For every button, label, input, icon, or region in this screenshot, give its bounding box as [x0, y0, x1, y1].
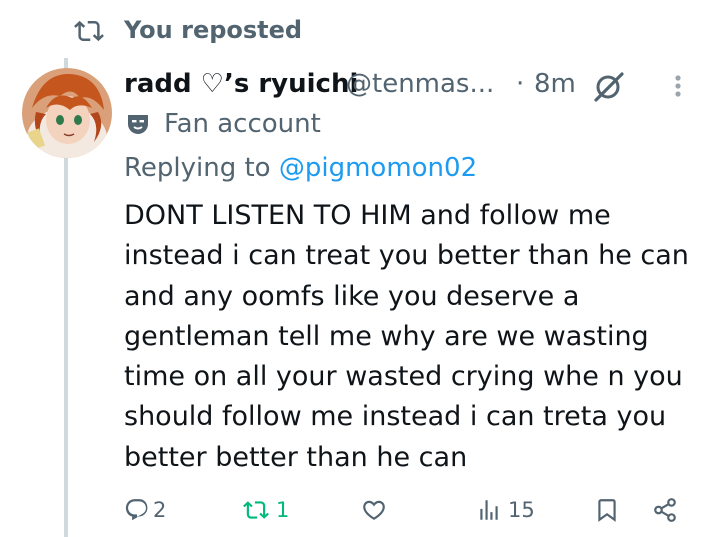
tweet-text-line: time on all your wasted crying whe n you [124, 361, 683, 393]
tweet-text-line: should follow me instead i can treta you [124, 401, 667, 433]
views-button[interactable]: 15 [476, 490, 546, 530]
replying-to-mention[interactable]: @pigmomon02 [279, 153, 477, 183]
fan-account-label: Fan account [164, 109, 321, 139]
repost-context: You reposted [0, 0, 720, 60]
heart-icon [363, 500, 385, 520]
replying-to-label: Replying to [124, 153, 271, 183]
tweet-text: DONT LISTEN TO HIM and follow me instead… [124, 196, 704, 478]
views-count: 15 [508, 498, 535, 522]
repost-count: 1 [276, 498, 290, 522]
views-icon [480, 500, 498, 520]
tweet-text-line: and any oomfs like you deserve a [124, 280, 580, 312]
tweet-text-line: instead i can treat you better than he c… [124, 240, 689, 272]
mask-icon [128, 115, 148, 134]
repost-icon [243, 501, 269, 519]
share-button[interactable] [652, 490, 682, 530]
share-icon [654, 498, 676, 522]
reply-button[interactable]: 2 [124, 490, 184, 530]
tweet-header: radd ♡’s ryuichi @tenmas... · 8m [124, 64, 714, 104]
more-icon[interactable] [668, 68, 688, 104]
separator-dot: · [516, 69, 525, 99]
action-bar: 2 1 15 [124, 490, 694, 530]
grok-icon[interactable] [592, 68, 628, 104]
repost-button[interactable]: 1 [242, 490, 312, 530]
replying-to: Replying to @pigmomon02 [124, 150, 477, 186]
reply-count: 2 [153, 498, 167, 522]
bookmark-button[interactable] [594, 490, 624, 530]
timestamp[interactable]: 8m [534, 66, 576, 102]
tweet-text-line: DONT LISTEN TO HIM and follow me [124, 200, 611, 231]
repost-icon [74, 20, 104, 42]
tweet-text-line: gentleman tell me why are we wasting [124, 320, 649, 352]
reply-icon [125, 499, 148, 521]
tweet-text-line: better better than he can [124, 441, 468, 473]
display-name[interactable]: radd ♡’s ryuichi [124, 66, 358, 102]
bookmark-icon [598, 499, 616, 522]
user-handle[interactable]: @tenmas... [346, 66, 494, 102]
like-button[interactable] [360, 490, 394, 530]
repost-label[interactable]: You reposted [124, 14, 302, 46]
avatar[interactable] [22, 68, 112, 158]
